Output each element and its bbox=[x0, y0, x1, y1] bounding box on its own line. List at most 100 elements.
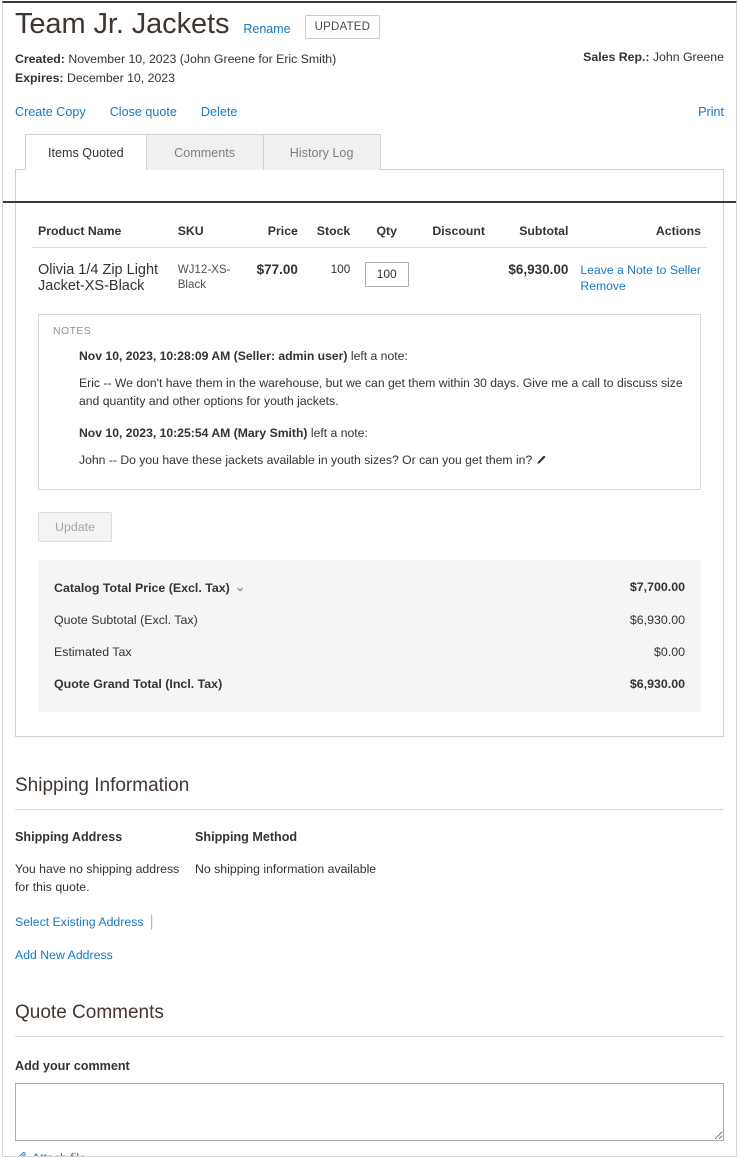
note-timestamp-author: Nov 10, 2023, 10:25:54 AM (Mary Smith) bbox=[79, 425, 308, 440]
quote-header: Team Jr. Jackets Rename UPDATED bbox=[15, 3, 724, 41]
totals-label: Quote Grand Total (Incl. Tax) bbox=[54, 676, 223, 691]
add-new-address-link[interactable]: Add New Address bbox=[15, 948, 113, 962]
expires-label: Expires: bbox=[15, 70, 64, 85]
note-entry: Nov 10, 2023, 10:25:54 AM (Mary Smith) l… bbox=[79, 424, 686, 471]
totals-value: $6,930.00 bbox=[629, 612, 685, 627]
expires-line: Expires: December 10, 2023 bbox=[15, 69, 336, 88]
sku-text: WJ12-XS-Black bbox=[177, 262, 231, 291]
tab-panel-items-quoted: Product Name SKU Price Stock Qty Discoun… bbox=[15, 168, 724, 737]
totals-value: $0.00 bbox=[653, 644, 685, 659]
comment-textarea[interactable] bbox=[15, 1082, 724, 1141]
sales-rep-value: John Greene bbox=[652, 49, 724, 64]
items-table-head: Product Name SKU Price Stock Qty Discoun… bbox=[32, 217, 707, 248]
subtotal-text: $6,930.00 bbox=[508, 261, 569, 277]
rename-link[interactable]: Rename bbox=[243, 14, 290, 36]
cell-stock: 100 bbox=[304, 247, 356, 304]
table-row: Olivia 1/4 Zip Light Jacket-XS-Black WJ1… bbox=[32, 247, 707, 304]
created-label: Created: bbox=[15, 51, 65, 66]
link-separator: | bbox=[149, 912, 154, 930]
add-new-address-wrap: Add New Address bbox=[15, 946, 195, 964]
totals-value: $6,930.00 bbox=[629, 676, 685, 691]
delete-link[interactable]: Delete bbox=[201, 105, 237, 119]
cell-qty bbox=[356, 247, 417, 304]
totals-label-wrap: Catalog Total Price (Excl. Tax) ⌄ bbox=[54, 579, 245, 595]
sales-rep-label: Sales Rep.: bbox=[583, 49, 650, 64]
tab-history-log[interactable]: History Log bbox=[262, 133, 381, 170]
totals-row-quote-subtotal: Quote Subtotal (Excl. Tax) $6,930.00 bbox=[54, 604, 685, 636]
close-quote-link[interactable]: Close quote bbox=[110, 105, 177, 119]
items-table-body: Olivia 1/4 Zip Light Jacket-XS-Black WJ1… bbox=[32, 247, 707, 304]
totals-row-estimated-tax: Estimated Tax $0.00 bbox=[54, 636, 685, 668]
edit-pencil-icon[interactable] bbox=[535, 453, 546, 471]
col-header-qty: Qty bbox=[356, 217, 418, 248]
created-line: Created: November 10, 2023 (John Greene … bbox=[15, 50, 336, 69]
quote-page: Team Jr. Jackets Rename UPDATED Created:… bbox=[2, 1, 737, 1157]
totals-label: Estimated Tax bbox=[54, 644, 132, 659]
note-body: John -- Do you have these jackets availa… bbox=[79, 451, 686, 471]
quote-totals: Catalog Total Price (Excl. Tax) ⌄ $7,700.… bbox=[38, 559, 701, 712]
note-suffix: left a note: bbox=[307, 425, 368, 440]
cell-actions: Leave a Note to Seller Remove bbox=[574, 247, 707, 304]
remove-item-link[interactable]: Remove bbox=[580, 278, 625, 294]
attach-file-link[interactable]: Attach file bbox=[15, 1151, 86, 1156]
update-button[interactable]: Update bbox=[38, 511, 112, 542]
print-link[interactable]: Print bbox=[698, 105, 724, 119]
shipping-address-heading: Shipping Address bbox=[15, 829, 123, 844]
col-header-sku: SKU bbox=[171, 217, 241, 248]
create-copy-link[interactable]: Create Copy bbox=[15, 105, 86, 119]
quote-tabs-wrap: Items Quoted Comments History Log Produc… bbox=[15, 133, 724, 737]
cell-price: $77.00 bbox=[240, 247, 304, 304]
totals-label: Catalog Total Price (Excl. Tax) bbox=[54, 580, 230, 595]
col-header-actions: Actions bbox=[574, 217, 707, 248]
note-header: Nov 10, 2023, 10:25:54 AM (Mary Smith) l… bbox=[79, 424, 686, 442]
note-body-text: John -- Do you have these jackets availa… bbox=[79, 452, 533, 467]
quote-comments-section: Quote Comments Add your comment Attach f… bbox=[3, 1002, 736, 1156]
created-value: November 10, 2023 (John Greene for Eric … bbox=[68, 51, 337, 66]
notes-label: NOTES bbox=[53, 324, 92, 337]
quote-meta-left: Created: November 10, 2023 (John Greene … bbox=[15, 50, 336, 88]
note-suffix: left a note: bbox=[347, 348, 408, 363]
quote-tabs: Items Quoted Comments History Log bbox=[15, 133, 724, 171]
shipping-address-links: Select Existing Address | Add New Address bbox=[15, 913, 195, 964]
quantity-input[interactable] bbox=[364, 261, 409, 287]
cell-sku: WJ12-XS-Black bbox=[172, 247, 241, 304]
shipping-address-text: You have no shipping address for this qu… bbox=[15, 861, 180, 894]
note-body: Eric -- We don't have them in the wareho… bbox=[79, 375, 683, 408]
status-badge: UPDATED bbox=[304, 14, 381, 39]
cell-product-name: Olivia 1/4 Zip Light Jacket-XS-Black bbox=[32, 247, 172, 304]
stock-text: 100 bbox=[330, 261, 351, 276]
note-timestamp-author: Nov 10, 2023, 10:28:09 AM (Seller: admin… bbox=[79, 348, 348, 363]
select-existing-address-link[interactable]: Select Existing Address bbox=[15, 915, 144, 929]
chevron-down-icon[interactable]: ⌄ bbox=[235, 579, 245, 594]
price-text: $77.00 bbox=[256, 261, 298, 277]
items-table-header-row: Product Name SKU Price Stock Qty Discoun… bbox=[32, 217, 707, 248]
quote-actions-left: Create Copy Close quote Delete bbox=[15, 105, 237, 119]
shipping-section-title: Shipping Information bbox=[15, 775, 724, 810]
page-title: Team Jr. Jackets bbox=[15, 8, 230, 40]
comments-section-title: Quote Comments bbox=[15, 1002, 724, 1037]
shipping-method-text: No shipping information available bbox=[195, 861, 377, 876]
totals-value: $7,700.00 bbox=[629, 579, 685, 594]
col-header-price: Price bbox=[240, 217, 304, 248]
col-header-subtotal: Subtotal bbox=[490, 217, 575, 248]
totals-row-catalog-total: Catalog Total Price (Excl. Tax) ⌄ $7,700.… bbox=[54, 570, 685, 604]
shipping-address-column: Shipping Address You have no shipping ad… bbox=[15, 830, 195, 964]
note-header: Nov 10, 2023, 10:28:09 AM (Seller: admin… bbox=[79, 347, 686, 365]
product-name-text: Olivia 1/4 Zip Light Jacket-XS-Black bbox=[38, 261, 159, 294]
tab-comments[interactable]: Comments bbox=[145, 133, 264, 170]
note-entry: Nov 10, 2023, 10:28:09 AM (Seller: admin… bbox=[79, 347, 686, 410]
leave-note-to-seller-link[interactable]: Leave a Note to Seller bbox=[580, 262, 701, 278]
viewport-divider-rule bbox=[3, 201, 736, 203]
add-comment-label: Add your comment bbox=[15, 1058, 130, 1073]
items-quoted-table: Product Name SKU Price Stock Qty Discoun… bbox=[32, 217, 707, 304]
tab-items-quoted[interactable]: Items Quoted bbox=[25, 133, 147, 171]
totals-label: Quote Subtotal (Excl. Tax) bbox=[54, 612, 198, 627]
shipping-method-column: Shipping Method No shipping information … bbox=[195, 830, 724, 964]
cell-subtotal: $6,930.00 bbox=[491, 247, 574, 304]
shipping-method-heading: Shipping Method bbox=[195, 829, 298, 844]
col-header-discount: Discount bbox=[417, 217, 491, 248]
attach-file-label: Attach file bbox=[32, 1151, 86, 1156]
totals-row-grand-total: Quote Grand Total (Incl. Tax) $6,930.00 bbox=[54, 668, 685, 700]
expires-value: December 10, 2023 bbox=[66, 70, 175, 85]
shipping-information-section: Shipping Information Shipping Address Yo… bbox=[3, 775, 736, 964]
